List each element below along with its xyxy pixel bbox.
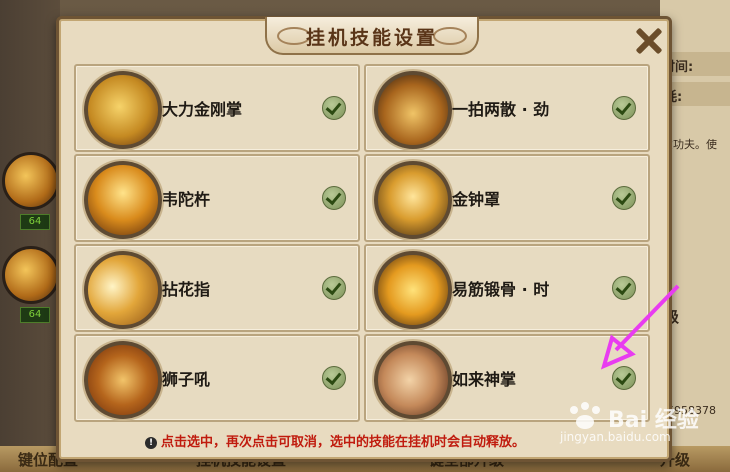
warning-icon: ! xyxy=(145,437,157,449)
info-description: 意功夫。使 xyxy=(662,138,717,151)
golden-palm-icon xyxy=(84,71,162,149)
skill-level-badge: 64 xyxy=(20,214,50,230)
left-skill-icon-1[interactable] xyxy=(2,152,60,210)
skill-name: 易筋锻骨 · 时 xyxy=(452,280,550,299)
watermark-url: jingyan.baidu.com xyxy=(560,430,671,444)
skill-name: 大力金刚掌 xyxy=(162,100,243,119)
flower-finger-icon xyxy=(84,251,162,329)
notice-text: ! 点击选中，再次点击可取消，选中的技能在挂机时会自动释放。 xyxy=(145,431,525,450)
skill-name: 韦陀杵 xyxy=(162,190,211,209)
skill-name: 金钟罩 xyxy=(452,190,501,209)
checkmark-icon[interactable] xyxy=(322,186,346,210)
warrior-icon xyxy=(84,161,162,239)
skill-level-badge: 64 xyxy=(20,307,50,323)
dialog-title-plate: 挂机技能设置 xyxy=(265,17,479,55)
notice-message: 点击选中，再次点击可取消，选中的技能在挂机时会自动释放。 xyxy=(161,435,526,450)
buddha-palm-icon xyxy=(374,341,452,419)
left-skill-bar: 64 64 xyxy=(0,0,60,472)
lion-icon xyxy=(84,341,162,419)
skill-card[interactable]: 金钟罩 xyxy=(364,154,650,242)
golden-bell-icon xyxy=(374,161,452,239)
checkmark-icon[interactable] xyxy=(322,96,346,120)
checkmark-icon[interactable] xyxy=(612,186,636,210)
skill-name: 拈花指 xyxy=(162,280,211,299)
skill-card[interactable]: 韦陀杵 xyxy=(74,154,360,242)
skill-name: 狮子吼 xyxy=(162,370,211,389)
close-icon[interactable] xyxy=(631,23,665,57)
info-label-cost: 耗: xyxy=(664,90,683,105)
checkmark-icon[interactable] xyxy=(322,276,346,300)
checkmark-icon[interactable] xyxy=(612,366,636,390)
skill-name: 如来神掌 xyxy=(452,370,517,389)
dialog-title: 挂机技能设置 xyxy=(305,27,438,49)
open-hand-icon xyxy=(374,71,452,149)
skill-card[interactable]: 大力金刚掌 xyxy=(74,64,360,152)
skill-card[interactable]: 拈花指 xyxy=(74,244,360,332)
skill-card[interactable]: 易筋锻骨 · 时 xyxy=(364,244,650,332)
tendon-icon xyxy=(374,251,452,329)
left-skill-icon-2[interactable] xyxy=(2,246,60,304)
skill-card[interactable]: 一拍两散 · 劲 xyxy=(364,64,650,152)
info-label-level: 级 xyxy=(664,306,730,327)
info-label-time: 时间: xyxy=(662,60,694,75)
watermark: Bai 经验 jingyan.baidu.com xyxy=(560,402,700,452)
checkmark-icon[interactable] xyxy=(612,96,636,120)
paw-logo-icon xyxy=(570,402,600,429)
checkmark-icon[interactable] xyxy=(612,276,636,300)
checkmark-icon[interactable] xyxy=(322,366,346,390)
skill-name: 一拍两散 · 劲 xyxy=(452,100,550,119)
skill-card[interactable]: 狮子吼 xyxy=(74,334,360,422)
idle-skill-dialog: 挂机技能设置 大力金刚掌 一拍两散 · 劲 韦陀杵 金钟罩 拈花指 易筋锻骨 ·… xyxy=(56,16,672,462)
